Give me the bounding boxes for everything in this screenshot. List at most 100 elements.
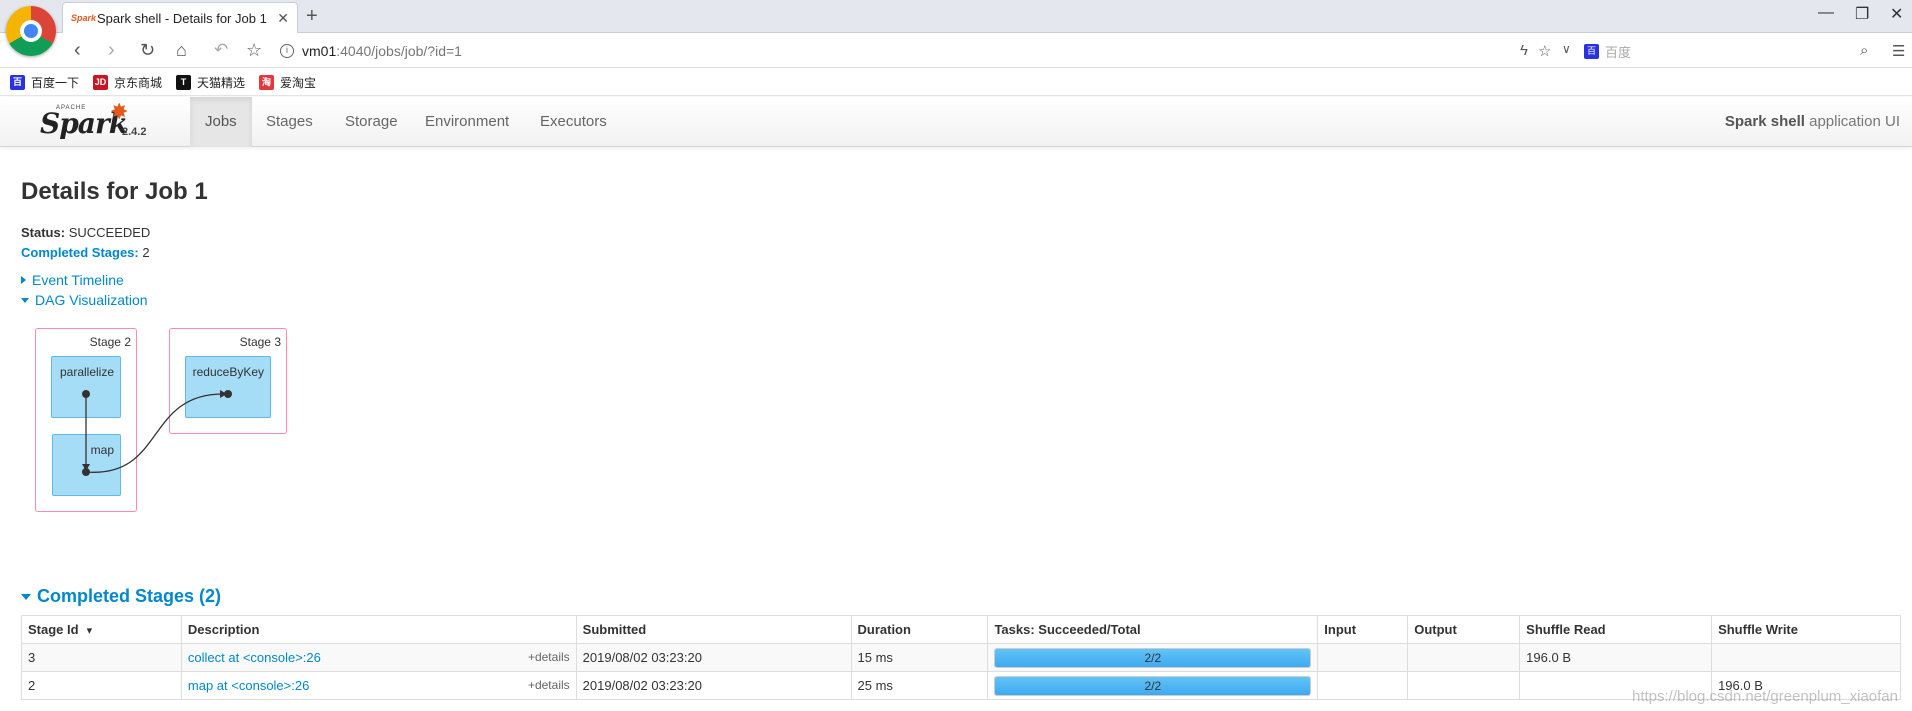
dag-edge bbox=[85, 393, 224, 473]
column-header[interactable]: Output bbox=[1407, 615, 1521, 644]
output-cell bbox=[1407, 643, 1521, 672]
progress-label: 2/2 bbox=[1144, 678, 1162, 693]
url-host: vm01 bbox=[302, 43, 337, 59]
browser-tab-title: Spark shell - Details for Job 1 bbox=[97, 10, 267, 26]
menu-icon[interactable]: ☰ bbox=[1892, 42, 1905, 60]
chevron-down-icon[interactable]: ∨ bbox=[1562, 42, 1571, 56]
url-path: :4040/jobs/job/?id=1 bbox=[336, 43, 462, 59]
undo-close-icon[interactable]: ↶ bbox=[214, 39, 228, 61]
close-window-icon[interactable]: ✕ bbox=[1890, 4, 1903, 24]
bookmarks-bar: 百百度一下 JD 京东商城 T 天猫精选淘爱淘宝 bbox=[0, 69, 1912, 96]
status-label: Status: bbox=[21, 225, 66, 240]
search-magnifier-icon[interactable]: ⌕ bbox=[1860, 42, 1868, 59]
stage-description-link[interactable]: map at <console>:26 bbox=[188, 678, 309, 693]
dag-visualization-toggle[interactable]: DAG Visualization bbox=[21, 292, 148, 308]
completed-stages-count: 2 bbox=[142, 245, 150, 260]
nav-tab-executors[interactable]: Executors bbox=[525, 97, 622, 147]
home-icon[interactable]: ⌂ bbox=[176, 39, 187, 61]
shuffle-write-cell bbox=[1711, 643, 1901, 672]
sort-down-icon[interactable]: ▾ bbox=[87, 625, 93, 637]
output-cell bbox=[1407, 671, 1521, 700]
address-bar[interactable]: i vm01:4040/jobs/job/?id=1 bbox=[280, 39, 1580, 63]
bookmark-label: 天猫精选 bbox=[197, 75, 246, 90]
bookmark-label: 百度一下 bbox=[31, 75, 80, 90]
column-header-label: Input bbox=[1324, 622, 1357, 637]
lightning-icon[interactable]: ϟ bbox=[1520, 42, 1528, 59]
input-cell bbox=[1317, 643, 1409, 672]
stage-id-cell: 3 bbox=[21, 643, 182, 672]
completed-stages-table: Stage Id ▾ Description Submitted Duration Tas… bbox=[21, 615, 1901, 700]
completed-stages-header[interactable]: Completed Stages (2) bbox=[21, 586, 221, 607]
bookmark-label: 京东商城 bbox=[114, 75, 163, 90]
favorite-star-icon[interactable]: ☆ bbox=[1538, 42, 1551, 60]
input-cell bbox=[1317, 671, 1409, 700]
spark-favicon-icon: Spark bbox=[71, 13, 97, 23]
spark-version: 2.4.2 bbox=[122, 126, 147, 138]
column-header[interactable]: Submitted bbox=[575, 615, 852, 644]
nav-tab-jobs[interactable]: Jobs bbox=[190, 97, 252, 147]
expand-details-link[interactable]: +details bbox=[528, 650, 570, 664]
site-info-icon[interactable]: i bbox=[280, 44, 294, 58]
forward-icon[interactable]: › bbox=[108, 39, 115, 61]
nav-tab-environment[interactable]: Environment bbox=[410, 97, 524, 147]
restore-icon[interactable]: ❐ bbox=[1855, 4, 1869, 24]
column-header[interactable]: Tasks: Succeeded/Total bbox=[987, 615, 1319, 644]
tmall-icon: T bbox=[176, 74, 192, 90]
reload-icon[interactable]: ↻ bbox=[140, 39, 155, 61]
stage-description-link[interactable]: collect at <console>:26 bbox=[188, 650, 321, 665]
status-value: SUCCEEDED bbox=[68, 225, 151, 240]
submitted-cell: 2019/08/02 03:23:20 bbox=[575, 643, 852, 672]
bookmark-item[interactable]: T 天猫精选 bbox=[176, 74, 245, 91]
column-header[interactable]: Input bbox=[1317, 615, 1409, 644]
browser-logo-icon[interactable] bbox=[6, 6, 56, 56]
baidu-icon: 百 bbox=[10, 74, 25, 90]
column-header-label: Tasks: Succeeded/Total bbox=[994, 622, 1141, 637]
column-header-label: Description bbox=[187, 622, 260, 637]
bookmark-star-icon[interactable]: ☆ bbox=[246, 39, 262, 61]
column-header-label: Duration bbox=[857, 622, 911, 637]
taobao-icon: 淘 bbox=[259, 74, 275, 90]
stage-id-cell: 2 bbox=[21, 671, 182, 700]
back-icon[interactable]: ‹ bbox=[74, 39, 81, 61]
nav-tab-storage[interactable]: Storage bbox=[330, 97, 413, 147]
expand-details-link[interactable]: +details bbox=[528, 678, 570, 692]
column-header[interactable]: Duration bbox=[850, 615, 989, 644]
column-header-label: Submitted bbox=[582, 622, 647, 637]
minimize-icon[interactable]: — bbox=[1818, 4, 1834, 22]
completed-stages-summary: Completed Stages: 2 bbox=[21, 245, 150, 260]
watermark: https://blog.csdn.net/greenplum_xiaofan bbox=[1631, 688, 1898, 705]
shuffle-read-cell: 196.0 B bbox=[1519, 643, 1713, 672]
new-tab-icon[interactable]: + bbox=[306, 5, 318, 27]
bookmark-item[interactable]: JD 京东商城 bbox=[93, 74, 162, 91]
duration-cell: 15 ms bbox=[850, 643, 989, 672]
nav-tab-stages[interactable]: Stages bbox=[251, 97, 328, 147]
collapse-arrow-icon bbox=[21, 593, 31, 600]
browser-tab-bar: Spark Spark shell - Details for Job 1 ✕ … bbox=[0, 0, 1912, 33]
column-header-label: Output bbox=[1414, 622, 1457, 637]
column-header[interactable]: Description bbox=[180, 615, 577, 644]
tasks-progress-bar: 2/2 bbox=[994, 647, 1312, 668]
spark-logo[interactable]: APACHE Spark ✸ 2.4.2 bbox=[38, 99, 158, 145]
tasks-cell: 2/2 bbox=[987, 671, 1319, 700]
close-tab-icon[interactable]: ✕ bbox=[277, 10, 289, 27]
bookmark-item[interactable]: 淘爱淘宝 bbox=[259, 74, 316, 91]
bookmark-item[interactable]: 百百度一下 bbox=[10, 74, 79, 91]
table-header-row: Stage Id ▾ Description Submitted Duration Tas… bbox=[21, 615, 1901, 644]
jd-icon: JD bbox=[93, 74, 109, 90]
app-name: Spark shell application UI bbox=[1725, 97, 1900, 147]
search-input[interactable]: 百度 bbox=[1605, 42, 1631, 61]
progress-label: 2/2 bbox=[1144, 650, 1162, 665]
column-header-label: Shuffle Read bbox=[1526, 622, 1606, 637]
completed-stages-link[interactable]: Completed Stages: bbox=[21, 245, 139, 260]
app-name-rest: application UI bbox=[1804, 113, 1900, 130]
column-header-label: Stage Id bbox=[28, 622, 79, 637]
browser-tab-active[interactable]: Spark Spark shell - Details for Job 1 ✕ bbox=[62, 2, 298, 33]
completed-stages-title: Completed Stages (2) bbox=[37, 586, 222, 606]
column-header[interactable]: Shuffle Read bbox=[1519, 615, 1713, 644]
search-box[interactable]: 百 百度 bbox=[1584, 39, 1884, 63]
column-header[interactable]: Shuffle Write bbox=[1711, 615, 1901, 644]
event-timeline-toggle[interactable]: Event Timeline bbox=[21, 272, 124, 288]
tasks-cell: 2/2 bbox=[987, 643, 1319, 672]
column-header[interactable]: Stage Id ▾ bbox=[21, 615, 182, 644]
table-row: 3 +details collect at <console>:26 2019/08/… bbox=[21, 643, 1901, 672]
